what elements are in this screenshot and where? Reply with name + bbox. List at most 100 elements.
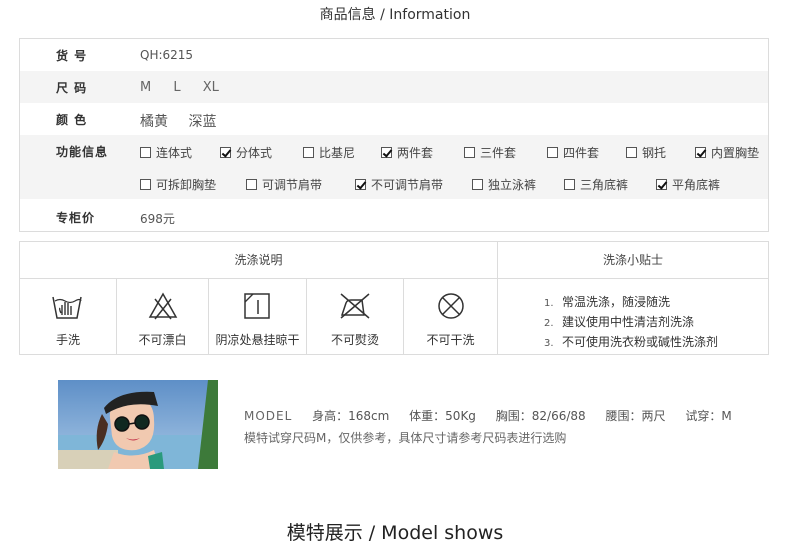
feature-label: 两件套 (397, 146, 434, 160)
section-title-information: 商品信息 / Information (319, 7, 471, 23)
feature-label: 可调节肩带 (262, 178, 323, 192)
feature-label: 内置胸垫 (711, 146, 760, 160)
divider (497, 242, 498, 354)
feature-label: 不可调节肩带 (371, 178, 444, 192)
checkbox-unchecked (472, 179, 483, 190)
care-no-dry-clean: 不可干洗 (404, 279, 497, 355)
feature-option: 分体式 (220, 144, 272, 161)
size-label: 尺 码 (56, 81, 88, 95)
features-row: 功能信息 连体式 分体式 比基尼 两件套 三件套 四件套 钢托 内置胸垫 可拆卸胸垫 可调节肩带… (20, 135, 768, 199)
checkbox-unchecked (547, 147, 558, 158)
model-try-size: 试穿：M (685, 409, 732, 423)
care-label: 手洗 (55, 333, 80, 347)
checkbox-checked (695, 147, 706, 158)
item-number-row: 货 号 QH:6215 (20, 39, 768, 71)
model-measurements: MODEL 身高：168cm 体重：50Kg 胸围：82/66/88 腰围：两尺… (244, 407, 748, 424)
model-weight: 体重：50Kg (409, 409, 476, 423)
item-number-value: QH:6215 (140, 48, 194, 62)
feature-option: 三角底裤 (564, 176, 628, 193)
tip-number: 3. (544, 338, 554, 349)
color-row: 颜 色 橘黄 深蓝 (20, 103, 768, 135)
feature-option: 钢托 (626, 144, 666, 161)
price-row: 专柜价 698元 (20, 201, 768, 233)
size-option: XL (202, 80, 219, 95)
item-number-label: 货 号 (56, 49, 88, 63)
tip-text: 建议使用中性清洁剂洗涤 (562, 315, 695, 329)
feature-label: 比基尼 (319, 146, 356, 160)
feature-label: 钢托 (642, 146, 667, 160)
tip-item: 3. 不可使用洗衣粉或碱性洗涤剂 (544, 333, 718, 353)
no-bleach-icon (148, 292, 178, 320)
price-label: 专柜价 (56, 211, 96, 225)
care-label: 不可漂白 (138, 333, 187, 347)
size-option: M (140, 80, 152, 95)
section-title-model-shows: 模特展示 / Model shows (286, 522, 504, 544)
size-list: M L XL (140, 80, 237, 95)
model-note: 模特试穿尺码M，仅供参考，具体尺寸请参考尺码表进行选购 (244, 431, 567, 445)
no-dry-clean-icon (438, 293, 464, 319)
model-bust: 胸围：82/66/88 (495, 409, 586, 423)
checkbox-checked (220, 147, 231, 158)
color-option: 橘黄 (140, 114, 168, 130)
product-info-table: 货 号 QH:6215 尺 码 M L XL 颜 色 橘黄 深蓝 功能信息 连体… (19, 38, 769, 232)
feature-label: 连体式 (156, 146, 193, 160)
tip-text: 不可使用洗衣粉或碱性洗涤剂 (562, 335, 719, 349)
size-option: L (173, 80, 181, 95)
feature-label: 四件套 (563, 146, 600, 160)
feature-label: 可拆卸胸垫 (156, 178, 217, 192)
checkbox-unchecked (564, 179, 575, 190)
feature-label: 独立泳裤 (488, 178, 537, 192)
tip-number: 2. (544, 318, 554, 329)
color-label: 颜 色 (56, 113, 88, 127)
checkbox-checked (355, 179, 366, 190)
checkbox-unchecked (140, 179, 151, 190)
line-dry-shade-icon (244, 293, 270, 319)
color-list: 橘黄 深蓝 (140, 111, 232, 131)
care-label: 不可干洗 (426, 333, 475, 347)
feature-option: 可拆卸胸垫 (140, 176, 216, 193)
care-label: 不可熨烫 (330, 333, 379, 347)
no-iron-icon (340, 293, 370, 319)
feature-label: 三件套 (480, 146, 517, 160)
feature-label: 平角底裤 (672, 178, 721, 192)
wash-header: 洗涤说明 (20, 242, 497, 279)
checkbox-checked (381, 147, 392, 158)
model-photo (58, 380, 218, 469)
feature-option: 两件套 (381, 144, 433, 161)
model-waist: 腰围：两尺 (605, 409, 666, 423)
feature-label: 分体式 (236, 146, 273, 160)
feature-option: 内置胸垫 (695, 144, 759, 161)
checkbox-unchecked (464, 147, 475, 158)
checkbox-unchecked (626, 147, 637, 158)
checkbox-unchecked (140, 147, 151, 158)
feature-option: 四件套 (547, 144, 599, 161)
feature-option: 三件套 (464, 144, 516, 161)
feature-label: 三角底裤 (580, 178, 629, 192)
care-no-iron: 不可熨烫 (307, 279, 403, 355)
tip-item: 2. 建议使用中性清洁剂洗涤 (544, 313, 718, 333)
feature-option: 可调节肩带 (246, 176, 322, 193)
tip-number: 1. (544, 298, 554, 309)
care-no-bleach: 不可漂白 (117, 279, 208, 355)
wash-instructions-table: 洗涤说明 洗涤小贴士 手洗 不可漂白 阴凉处悬挂晾干 不可熨烫 不可干洗 1. … (19, 241, 769, 355)
price-value: 698元 (140, 212, 175, 226)
color-option: 深蓝 (188, 114, 217, 130)
feature-option: 比基尼 (303, 144, 355, 161)
care-hand-wash: 手洗 (20, 279, 116, 355)
wash-tips-list: 1. 常温洗涤，随浸随洗 2. 建议使用中性清洁剂洗涤 3. 不可使用洗衣粉或碱性洗涤… (544, 293, 718, 353)
size-row: 尺 码 M L XL (20, 71, 768, 103)
features-label: 功能信息 (56, 145, 109, 159)
feature-option: 连体式 (140, 144, 192, 161)
hand-wash-icon (52, 296, 82, 319)
tip-item: 1. 常温洗涤，随浸随洗 (544, 293, 718, 313)
model-label: MODEL (244, 409, 293, 423)
care-line-dry: 阴凉处悬挂晾干 (209, 279, 306, 355)
checkbox-unchecked (246, 179, 257, 190)
care-label: 阴凉处悬挂晾干 (215, 333, 300, 347)
wash-tips-header: 洗涤小贴士 (498, 242, 768, 279)
tip-text: 常温洗涤，随浸随洗 (562, 295, 671, 309)
feature-option: 独立泳裤 (472, 176, 536, 193)
model-height: 身高：168cm (312, 409, 390, 423)
feature-option: 平角底裤 (656, 176, 720, 193)
feature-option: 不可调节肩带 (355, 176, 443, 193)
